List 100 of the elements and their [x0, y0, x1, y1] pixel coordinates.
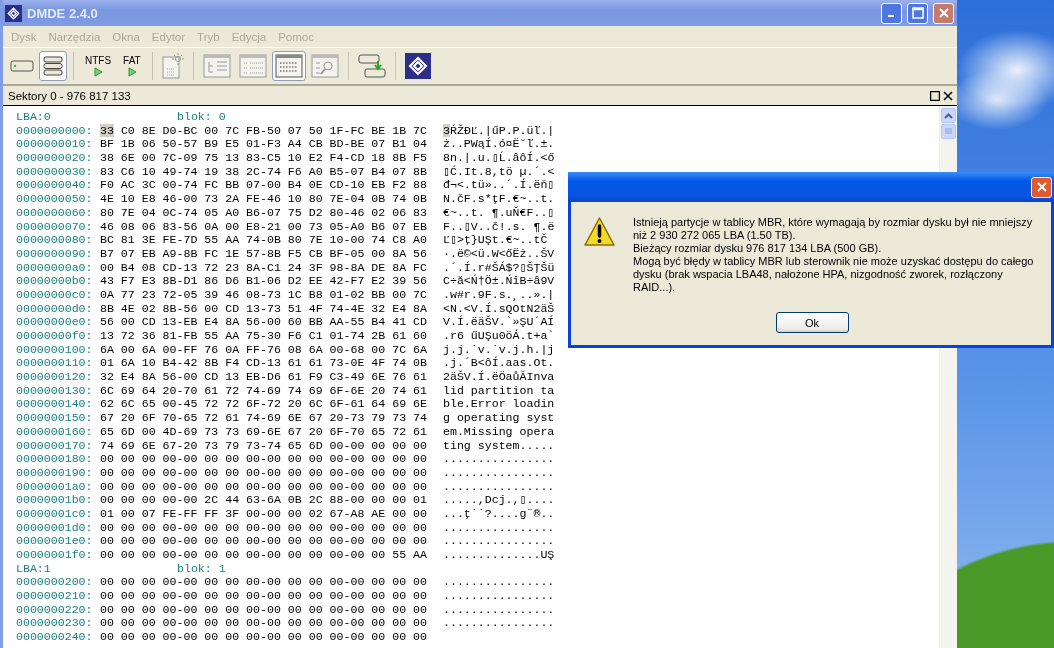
drive-copy-icon [358, 54, 386, 78]
ascii-text: ................ [443, 616, 555, 631]
ascii-text: 2äŠV.Í.ëÖaůĂInva [443, 370, 555, 384]
offset-label: 00000000a0: [16, 260, 94, 275]
warning-icon [584, 217, 615, 246]
close-icon [938, 8, 949, 18]
hex-bytes: 80 7E 04 0C-74 05 A0 B6-07 75 D2 80-46 02 06 83 [100, 205, 428, 220]
offset-label: 0000000100: [16, 342, 94, 357]
grip-icon [945, 128, 952, 134]
ntfs-button[interactable]: NTFS [80, 51, 117, 81]
ascii-text: 8n.|.u.▯Ĺ.âôÍ.<ő [443, 151, 555, 165]
offset-label: 0000000080: [16, 233, 94, 247]
hex-bytes: 74 69 6E 67-20 73 79 73-74 65 6D 00-00 00 00 00 [100, 438, 428, 453]
maximize-icon[interactable] [930, 91, 940, 101]
hex-bytes: 0A 77 23 72-05 39 46 08-73 1C B8 01-02 BB 00 7C [100, 287, 428, 302]
panel-title: Sektory 0 - 976 817 133 [8, 90, 132, 102]
ascii-text: C÷ă<Ń†Ö±.ŃîB÷â9V [443, 274, 555, 288]
offset-label: 0000000130: [16, 383, 94, 398]
ascii-text: N.čF.s*ţF.€~..t. [443, 192, 555, 206]
ascii-text: 3ŔŽĐĽ.|űP.P.üľ.| [443, 123, 555, 138]
ascii-text: đ¬<.tü»..´.Í.ëň▯ [443, 178, 555, 193]
ascii-text: <N.<V.Í.sQOtN2äŠ [443, 301, 555, 315]
offset-label: 0000000240: [16, 630, 94, 644]
ascii-text: .....,Dcj.,▯.... [443, 493, 555, 507]
offset-label: 0000000120: [16, 370, 94, 384]
sector-label: LBA:1 [16, 561, 52, 576]
maximize-icon [911, 7, 924, 19]
hex-bytes: F0 AC 3C 00-74 FC BB 07-00 B4 0E CD-10 EB F2 88 [100, 178, 428, 193]
ascii-text: j.j.˙v.˙v.j.h.|j [443, 342, 555, 357]
ascii-text: ble.Error loadin [443, 397, 555, 412]
ascii-text: ...ţ˙˙?....g¨®.. [443, 506, 555, 521]
close-icon[interactable] [943, 91, 953, 101]
offset-label: 00000001c0: [16, 506, 94, 521]
offset-label: 0000000090: [16, 246, 94, 261]
offset-label: 0000000160: [16, 424, 94, 439]
offset-label: 00000001b0: [16, 493, 94, 507]
offset-label: 00000001d0: [16, 520, 94, 535]
hex-bytes: 4E 10 E8 46-00 73 2A FE-46 10 80 7E-04 0B 74 0B [100, 192, 428, 206]
hex-bytes: 00 00 00 00-00 00 00 00-00 00 00 00-00 00 00 00 [100, 479, 428, 494]
hex-bytes: 8B 4E 02 8B-56 00 CD 13-73 51 4F 74-4E 32 E4 8A [100, 301, 428, 316]
hex-bytes: 01 00 07 FE-FF FF 3F 00-00 00 02 67-A8 AE 00 00 [100, 506, 428, 521]
ascii-text: ................ [443, 520, 555, 535]
hex-bytes: 67 20 6F 70-65 72 61 74-69 6E 67 20-73 79 73 74 [100, 411, 428, 425]
close-button[interactable] [933, 2, 954, 24]
window-logo-icon [5, 4, 22, 22]
offset-label: 0000000020: [16, 151, 94, 165]
play-icon [94, 67, 103, 76]
hex-bytes: 62 6C 65 00-45 72 72 6F-72 20 6C 6F-61 64 69 6E [100, 397, 428, 412]
ascii-text: ·.ë©<ü.W<őËż..ŠV [443, 246, 555, 261]
hex-bytes: 00 00 00 00-00 00 00 00-00 00 00 00-00 00 00 00 [100, 534, 428, 548]
offset-label: 0000000040: [16, 178, 94, 193]
ascii-text: .´.Í.r#ŠÁ$?▯ŠŢŠü [443, 260, 555, 274]
ascii-text: ................ [443, 575, 555, 590]
hex-bytes: 00 00 00 00-00 00 00 00-00 00 00 00-00 00 55 AA [100, 548, 428, 562]
sector-label: LBA:0 [16, 110, 52, 124]
hex-bytes: BC 81 3E FE-7D 55 AA 74-0B 80 7E 10-00 74 C8 A0 [100, 233, 428, 247]
drive-icon [10, 60, 34, 72]
offset-label: 00000001f0: [16, 548, 94, 562]
partitions-button[interactable] [39, 51, 67, 81]
offset-label: 0000000050: [16, 192, 94, 206]
ascii-text: F..▯V..č!.s. ¶.ë [443, 219, 555, 233]
close-button[interactable] [1031, 176, 1052, 198]
offset-label: 00000001a0: [16, 479, 94, 494]
ok-button[interactable]: Ok [775, 312, 849, 333]
hex-bytes: 13 72 36 81-FB 55 AA 75-30 F6 C1 01-74 2B 61 60 [100, 329, 428, 343]
offset-label: 0000000140: [16, 397, 94, 412]
hex-bytes: 00 00 00 00-00 00 00 00-00 00 00 00-00 00 00 00 [100, 616, 428, 631]
ascii-text: Ľ▯>ţ}UŞt.€~..tČ [443, 233, 548, 247]
search-icon [311, 54, 339, 78]
ascii-text: ..............UŞ [443, 548, 555, 562]
hex-bytes: 32 E4 8A 56-00 CD 13 EB-D6 61 F9 C3-49 6E 76 61 [100, 370, 428, 384]
fat-button[interactable]: FAT [118, 51, 146, 81]
ascii-text: ................ [443, 589, 555, 603]
hex-bytes: 00 00 00 00-00 00 00 00-00 00 00 00-00 00 00 00 [100, 465, 428, 480]
offset-label: 00000000d0: [16, 301, 94, 316]
hex-bytes: 33 C0 8E D0-BC 00 7C FB-50 07 50 1F-FC BE 1B 7C [100, 123, 428, 138]
maximize-button[interactable] [907, 2, 928, 24]
hex-bytes: 00 00 00 00-00 2C 44 63-6A 0B 2C 88-00 00 00 01 [100, 493, 428, 507]
offset-label: 00000000c0: [16, 287, 94, 302]
ascii-text: €~..t. ¶.uŇ€F..▯ [443, 205, 555, 220]
hex-bytes: 56 00 CD 13-EB E4 8A 56-00 60 BB AA-55 B4 41 CD [100, 315, 428, 329]
hex-bytes: 00 00 00 00-00 00 00 00-00 00 00 00-00 00 00 00 [100, 589, 428, 603]
ascii-text: ................ [443, 465, 555, 480]
hex-bytes: 00 B4 08 CD-13 72 23 8A-C1 24 3F 98-8A DE 8A FC [100, 260, 428, 275]
scroll-up-button[interactable] [941, 108, 956, 123]
offset-label: 00000000f0: [16, 329, 94, 343]
window-title: DMDE 2.4.0 [27, 5, 99, 21]
page-star-icon [162, 53, 184, 79]
close-icon [1036, 182, 1047, 192]
minimize-button[interactable] [881, 2, 902, 24]
hex-bytes: 65 6D 00 4D-69 73 73 69-6E 67 20 6F-70 65 72 61 [100, 424, 428, 439]
offset-label: 0000000180: [16, 452, 94, 466]
offset-label: 0000000150: [16, 411, 94, 425]
ascii-text: V.Í.ëäŠV.`»ŞU´AÍ [443, 315, 555, 329]
ascii-text: ................ [443, 602, 555, 617]
hex-view-button[interactable] [271, 51, 306, 81]
ascii-text: .w#r.9F.s.¸..».| [443, 287, 555, 301]
scroll-thumb[interactable] [941, 124, 956, 139]
block-label: blok: 0 [177, 110, 226, 124]
ascii-text: ................ [443, 452, 555, 466]
